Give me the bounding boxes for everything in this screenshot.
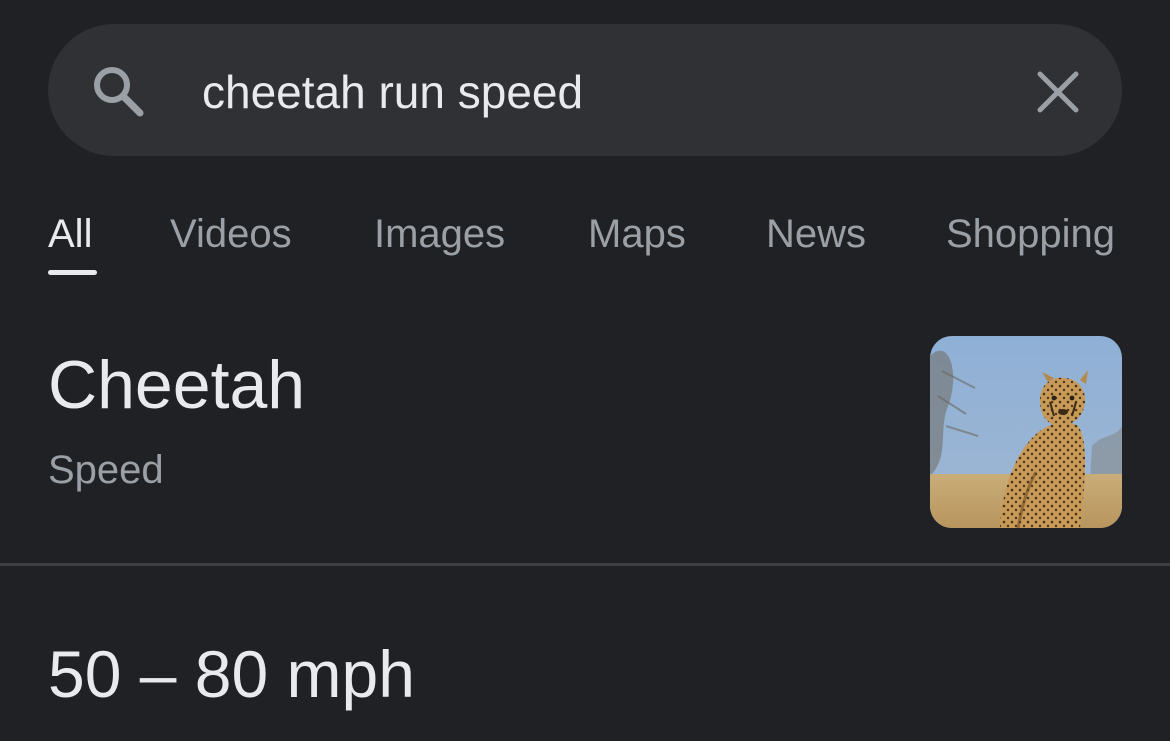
entity-subtitle: Speed bbox=[48, 448, 164, 492]
tab-all[interactable]: All bbox=[48, 208, 92, 268]
close-icon[interactable] bbox=[1034, 68, 1082, 116]
tab-news[interactable]: News bbox=[766, 208, 866, 268]
search-icon[interactable] bbox=[90, 63, 146, 119]
tab-maps[interactable]: Maps bbox=[588, 208, 686, 268]
section-divider bbox=[0, 563, 1170, 566]
cheetah-thumbnail[interactable] bbox=[930, 336, 1122, 528]
active-tab-indicator bbox=[48, 270, 97, 275]
tab-images[interactable]: Images bbox=[374, 208, 505, 268]
tab-shopping[interactable]: Shopping bbox=[946, 208, 1115, 268]
speed-answer: 50 – 80 mph bbox=[48, 637, 415, 711]
search-input[interactable] bbox=[202, 62, 982, 122]
entity-title: Cheetah bbox=[48, 347, 306, 423]
tab-videos[interactable]: Videos bbox=[170, 208, 292, 268]
search-tabs: All Videos Images Maps News Shopping bbox=[0, 200, 1170, 280]
